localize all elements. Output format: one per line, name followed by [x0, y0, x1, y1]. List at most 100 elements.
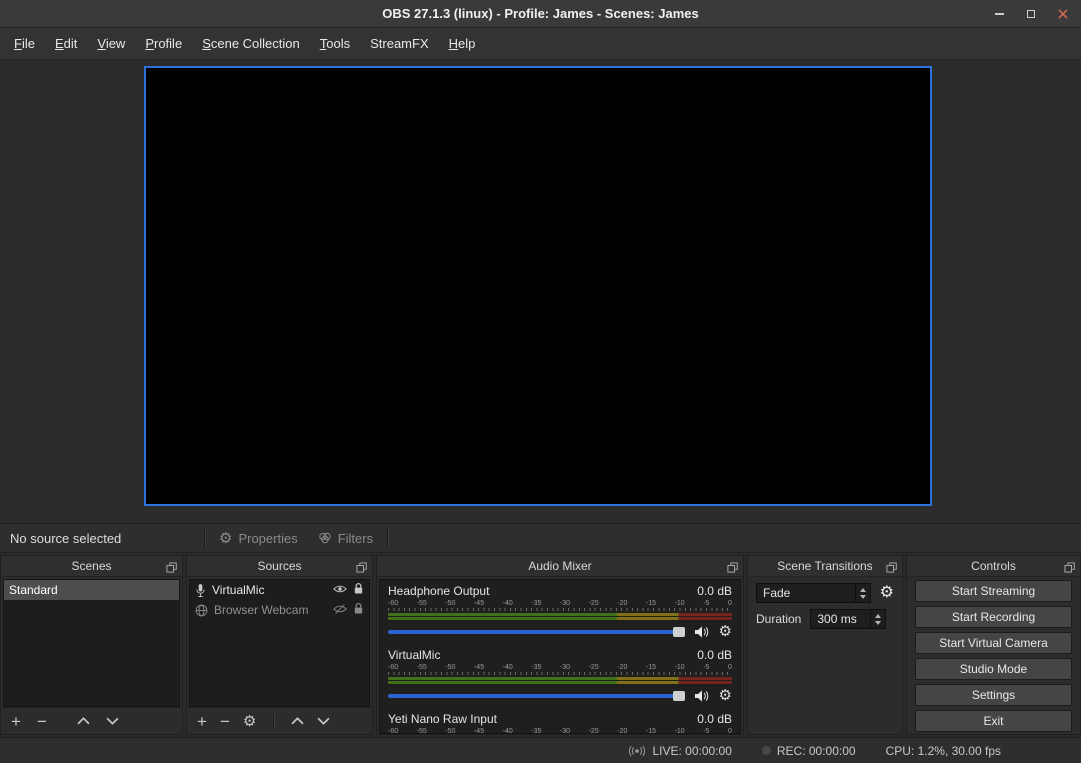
cpu-fps-stats: CPU: 1.2%, 30.00 fps — [886, 744, 1001, 758]
controls-dock-body: Start Streaming Start Recording Start Vi… — [907, 577, 1080, 734]
maximize-button[interactable] — [1015, 0, 1047, 28]
filters-icon — [318, 532, 332, 544]
dock-float-icon[interactable] — [1064, 560, 1075, 578]
visibility-toggle[interactable] — [333, 583, 347, 597]
volume-slider[interactable] — [388, 694, 685, 698]
exit-button[interactable]: Exit — [915, 710, 1072, 732]
scenes-list[interactable]: Standard — [3, 579, 180, 707]
properties-label: Properties — [238, 531, 297, 546]
menu-view[interactable]: View — [87, 28, 135, 59]
mixer-channel-headphone-output: Headphone Output 0.0 dB -60-55-50-45-40-… — [388, 584, 732, 639]
menu-profile[interactable]: Profile — [135, 28, 192, 59]
live-time: LIVE: 00:00:00 — [652, 744, 731, 758]
gear-icon: ⚙ — [219, 531, 232, 546]
menu-edit[interactable]: Edit — [45, 28, 87, 59]
sources-list[interactable]: VirtualMic Browser Webcam — [189, 579, 370, 707]
remove-source-button[interactable]: − — [220, 713, 230, 730]
chevron-down-icon — [317, 717, 330, 725]
audio-mixer-dock: Audio Mixer Headphone Output 0.0 dB -60-… — [376, 555, 744, 735]
lock-toggle[interactable] — [353, 582, 364, 598]
window-controls — [983, 0, 1079, 28]
dock-float-icon[interactable] — [886, 560, 897, 578]
scene-item-standard[interactable]: Standard — [4, 580, 179, 600]
slider-handle[interactable] — [673, 691, 685, 701]
mixer-channel-name: Headphone Output — [388, 584, 489, 598]
window-title: OBS 27.1.3 (linux) - Profile: James - Sc… — [382, 6, 698, 21]
controls-dock-header: Controls — [907, 556, 1080, 577]
source-properties-button[interactable]: ⚙ — [243, 714, 256, 729]
source-name: VirtualMic — [212, 583, 327, 597]
menu-scene-collection[interactable]: Scene Collection — [192, 28, 310, 59]
workspace — [0, 60, 1081, 523]
toolbar-separator — [273, 713, 274, 729]
toolbar-separator — [387, 528, 388, 548]
volume-slider[interactable] — [388, 630, 685, 634]
source-item-browser-webcam[interactable]: Browser Webcam — [190, 600, 369, 620]
preview-canvas[interactable] — [144, 66, 932, 506]
gear-icon[interactable]: ⚙ — [719, 688, 732, 703]
mixer-db-scale: -60-55-50-45-40-35-30-25-20-15-10-50 — [388, 600, 732, 607]
gear-icon[interactable]: ⚙ — [719, 624, 732, 639]
sources-dock: Sources VirtualMic — [186, 555, 373, 735]
chevron-up-icon — [291, 717, 304, 725]
remove-scene-button[interactable]: − — [37, 713, 47, 730]
menu-streamfx[interactable]: StreamFX — [360, 28, 439, 59]
duration-spinbox[interactable]: 300 ms — [810, 609, 886, 629]
slider-handle[interactable] — [673, 627, 685, 637]
toolbar-separator — [204, 528, 205, 548]
speaker-icon[interactable] — [694, 689, 710, 703]
start-virtual-camera-button[interactable]: Start Virtual Camera — [915, 632, 1072, 654]
source-up-button[interactable] — [291, 717, 304, 725]
broadcast-icon — [628, 745, 646, 757]
scenes-dock: Scenes Standard + − — [0, 555, 183, 735]
title-bar: OBS 27.1.3 (linux) - Profile: James - Sc… — [0, 0, 1081, 28]
scene-down-button[interactable] — [106, 717, 119, 725]
transition-selected-value: Fade — [757, 584, 855, 602]
mixer-db-scale: -60-55-50-45-40-35-30-25-20-15-10-50 — [388, 728, 732, 734]
add-scene-button[interactable]: + — [11, 713, 21, 730]
transition-select[interactable]: Fade — [756, 583, 871, 603]
lock-icon — [353, 582, 364, 595]
globe-icon — [195, 604, 208, 617]
properties-button[interactable]: ⚙ Properties — [209, 526, 308, 550]
mixer-dock-body: Headphone Output 0.0 dB -60-55-50-45-40-… — [377, 577, 743, 734]
live-status: LIVE: 00:00:00 — [628, 744, 731, 758]
scene-up-button[interactable] — [77, 717, 90, 725]
spinbox-arrows[interactable] — [870, 610, 885, 628]
menu-help[interactable]: Help — [439, 28, 486, 59]
mixer-channel-db: 0.0 dB — [697, 648, 732, 662]
dock-area: Scenes Standard + − — [0, 555, 1081, 735]
close-button[interactable] — [1047, 0, 1079, 28]
mixer-channel-name: Yeti Nano Raw Input — [388, 712, 497, 726]
start-streaming-button[interactable]: Start Streaming — [915, 580, 1072, 602]
settings-button[interactable]: Settings — [915, 684, 1072, 706]
sources-dock-header: Sources — [187, 556, 372, 577]
minimize-button[interactable] — [983, 0, 1015, 28]
status-bar: LIVE: 00:00:00 REC: 00:00:00 CPU: 1.2%, … — [0, 737, 1081, 763]
scenes-dock-header: Scenes — [1, 556, 182, 577]
minimize-icon — [995, 13, 1004, 15]
speaker-icon[interactable] — [694, 625, 710, 639]
audio-level-meter — [388, 613, 732, 620]
visibility-toggle[interactable] — [333, 603, 347, 617]
dock-float-icon[interactable] — [166, 560, 177, 578]
close-icon — [1058, 9, 1068, 19]
mixer-list: Headphone Output 0.0 dB -60-55-50-45-40-… — [379, 579, 741, 734]
mixer-db-scale: -60-55-50-45-40-35-30-25-20-15-10-50 — [388, 664, 732, 671]
gear-icon[interactable]: ⚙ — [880, 585, 894, 601]
mixer-channel-virtualmic: VirtualMic 0.0 dB -60-55-50-45-40-35-30-… — [388, 648, 732, 703]
start-recording-button[interactable]: Start Recording — [915, 606, 1072, 628]
menu-file[interactable]: File — [4, 28, 45, 59]
menu-tools[interactable]: Tools — [310, 28, 360, 59]
add-source-button[interactable]: + — [197, 713, 207, 730]
lock-toggle[interactable] — [353, 602, 364, 618]
dock-float-icon[interactable] — [727, 560, 738, 578]
dock-float-icon[interactable] — [356, 560, 367, 578]
source-item-virtualmic[interactable]: VirtualMic — [190, 580, 369, 600]
filters-button[interactable]: Filters — [308, 526, 383, 550]
studio-mode-button[interactable]: Studio Mode — [915, 658, 1072, 680]
mixer-channel-db: 0.0 dB — [697, 712, 732, 726]
mixer-channel-name: VirtualMic — [388, 648, 440, 662]
transitions-dock-title: Scene Transitions — [777, 559, 872, 573]
source-down-button[interactable] — [317, 717, 330, 725]
